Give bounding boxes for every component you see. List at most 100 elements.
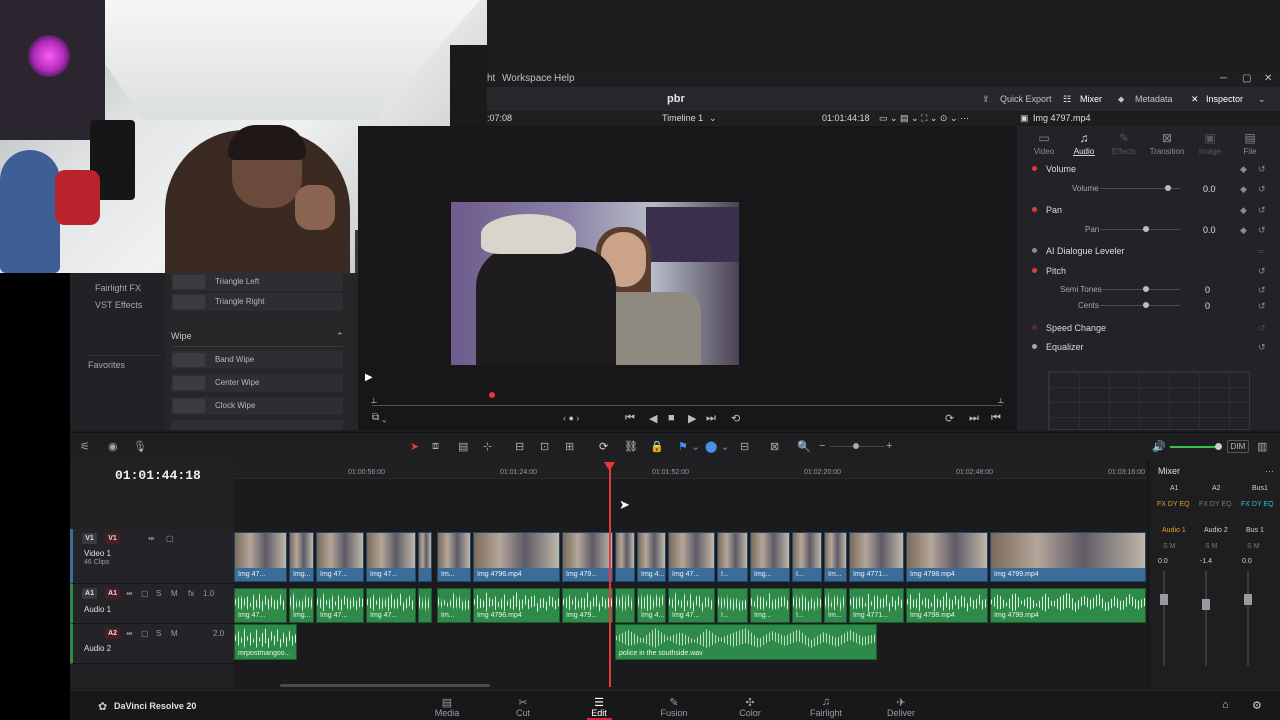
scrub-end-icon[interactable]: ┴: [998, 398, 1004, 407]
audio-clip[interactable]: Im...: [824, 588, 847, 623]
inspector-icon[interactable]: ✕: [1191, 94, 1199, 105]
section-volume[interactable]: Volume: [1046, 164, 1076, 174]
semi-tones-knob[interactable]: [1143, 286, 1149, 292]
mixer-fader[interactable]: [1205, 571, 1207, 666]
audio-clip[interactable]: Img...: [289, 588, 314, 623]
video-clip[interactable]: Img...: [289, 532, 314, 582]
chevron-down-icon[interactable]: ⌄: [709, 113, 717, 124]
panel-icon[interactable]: ▥: [1257, 440, 1267, 453]
solo-icon[interactable]: S: [156, 629, 161, 638]
track-name[interactable]: Audio 1: [84, 605, 111, 614]
lock-track-icon[interactable]: ▢: [166, 534, 174, 543]
overwrite-icon[interactable]: ⊡: [540, 440, 549, 453]
timeline-timecode[interactable]: 01:01:44:18: [115, 468, 201, 483]
page-media[interactable]: ▤ Media: [417, 696, 477, 718]
mixer-fader[interactable]: [1163, 571, 1165, 666]
audio-clip[interactable]: Img...: [750, 588, 790, 623]
tab-transition[interactable]: ⊠ Transition: [1147, 131, 1187, 156]
mixer-solo-mute[interactable]: S M: [1163, 543, 1175, 550]
menu-item-workspace[interactable]: Workspace: [502, 73, 552, 84]
marker-icon[interactable]: ⬤ ⌄: [705, 440, 730, 453]
audio-clip[interactable]: Img 4796.mp4: [473, 588, 560, 623]
auto-select-icon[interactable]: ⇹: [148, 534, 155, 543]
audio-clip[interactable]: Img 479...: [562, 588, 613, 623]
maximize-icon[interactable]: ▢: [1242, 73, 1251, 84]
selection-tool-icon[interactable]: ➤: [410, 440, 419, 453]
page-edit[interactable]: ☰ Edit: [569, 696, 629, 718]
mixer-fx-row[interactable]: FX DY EQ: [1199, 501, 1232, 508]
audio-clip[interactable]: Im...: [437, 588, 471, 623]
export-icon[interactable]: ⇪: [982, 94, 990, 105]
viewer-scrubber[interactable]: [372, 405, 1002, 406]
audio-clip[interactable]: Img 47...: [668, 588, 715, 623]
pan-enable-dot[interactable]: [1032, 207, 1037, 212]
scrub-start-icon[interactable]: ┴: [371, 398, 377, 407]
audio-clip[interactable]: [615, 588, 635, 623]
section-speed-change[interactable]: Speed Change: [1046, 323, 1106, 333]
loop-icon[interactable]: ⟲: [731, 412, 740, 425]
jump-start-icon[interactable]: ⏮: [625, 412, 635, 425]
reset-icon[interactable]: ↺: [1258, 285, 1266, 296]
viewer-playhead[interactable]: [489, 392, 495, 398]
fx-item-partial[interactable]: [171, 420, 343, 430]
video-clip[interactable]: Img 4771...: [849, 532, 904, 582]
auto-select-icon[interactable]: ⇹: [126, 629, 133, 638]
track-header-audio2[interactable]: A2 ⇹ ▢ S M 2.0 Audio 2: [70, 624, 234, 664]
video-clip[interactable]: Img 4...: [637, 532, 666, 582]
pan-knob[interactable]: [1143, 226, 1149, 232]
video-clip[interactable]: Img 4796.mp4: [473, 532, 560, 582]
equalizer-graph[interactable]: [1048, 371, 1250, 430]
mixer-fader-knob[interactable]: [1202, 599, 1210, 610]
category-fairlight-fx[interactable]: Fairlight FX: [95, 283, 141, 293]
trim-tool-icon[interactable]: ⧈: [432, 440, 439, 453]
link-icon[interactable]: ⛓: [624, 440, 638, 453]
play-from-icon[interactable]: ▶: [365, 372, 373, 383]
mixer-fader[interactable]: [1247, 571, 1249, 666]
tab-file[interactable]: ▤ File: [1230, 131, 1270, 156]
zoom-in-icon[interactable]: +: [886, 440, 892, 452]
timeline-ruler[interactable]: 01:00:56:00 01:01:24:00 01:01:52:00 01:0…: [234, 459, 1146, 479]
page-color[interactable]: ✣ Color: [720, 696, 780, 718]
layout-icon[interactable]: ⚟: [80, 440, 90, 453]
reset-icon[interactable]: ↺: [1258, 342, 1266, 353]
zoom-full-icon[interactable]: ⊟: [740, 440, 749, 453]
page-fusion[interactable]: ✎ Fusion: [644, 696, 704, 718]
menu-item-help[interactable]: Help: [554, 73, 575, 84]
audio-clip[interactable]: Img 4799.mp4: [990, 588, 1146, 623]
reset-icon[interactable]: ↺: [1258, 205, 1266, 216]
minimize-icon[interactable]: ─: [1220, 73, 1227, 84]
prev-icon[interactable]: ⏮: [991, 412, 1001, 425]
video-clip[interactable]: Img 4798.mp4: [906, 532, 988, 582]
mixer-options-icon[interactable]: ⋯: [1265, 466, 1274, 477]
track-destination-badge[interactable]: A2: [105, 628, 120, 639]
pan-value[interactable]: 0.0: [1203, 225, 1216, 235]
reset-icon[interactable]: ↺: [1258, 184, 1266, 195]
reset-icon[interactable]: ↺: [1258, 225, 1266, 236]
semi-tones-slider[interactable]: [1100, 289, 1180, 290]
master-volume-slider[interactable]: [1170, 446, 1218, 448]
section-ai-dialogue-leveler[interactable]: AI Dialogue Leveler: [1046, 246, 1125, 256]
dynamic-trim-icon[interactable]: ▤: [458, 440, 468, 453]
master-volume-knob[interactable]: [1215, 443, 1222, 450]
audio-clip[interactable]: Img 47...: [366, 588, 416, 623]
timeline-playhead[interactable]: [609, 463, 611, 687]
reset-icon[interactable]: ↺: [1258, 301, 1266, 312]
timeline-selector[interactable]: Timeline 1: [662, 113, 703, 123]
audio-clip[interactable]: Img 4798.mp4: [906, 588, 988, 623]
fx-item-triangle-left[interactable]: Triangle Left: [171, 273, 343, 291]
zoom-custom-icon[interactable]: 🔍: [797, 440, 811, 453]
fx-icon[interactable]: fx: [188, 589, 194, 598]
crop-icon[interactable]: ⧉ ⌄: [372, 412, 387, 423]
video-clip[interactable]: Img 47...: [668, 532, 715, 582]
quick-export-button[interactable]: Quick Export: [1000, 94, 1052, 104]
track-header-audio1[interactable]: A1 A1 ⇹ ▢ S M fx 1.0 Audio 1: [70, 584, 234, 624]
blade-icon[interactable]: ⊹: [483, 440, 492, 453]
tab-video[interactable]: ▭ Video: [1024, 131, 1064, 156]
track-name[interactable]: Audio 2: [84, 644, 111, 653]
video-clip[interactable]: [615, 532, 635, 582]
video-frame[interactable]: [451, 202, 739, 365]
reset-icon[interactable]: ↺: [1258, 164, 1266, 175]
play-icon[interactable]: ▶: [688, 412, 696, 425]
audio-clip[interactable]: Img 47...: [316, 588, 364, 623]
track-header-video1[interactable]: V1 V1 ⇹ ▢ Video 1 46 Clips: [70, 529, 234, 584]
